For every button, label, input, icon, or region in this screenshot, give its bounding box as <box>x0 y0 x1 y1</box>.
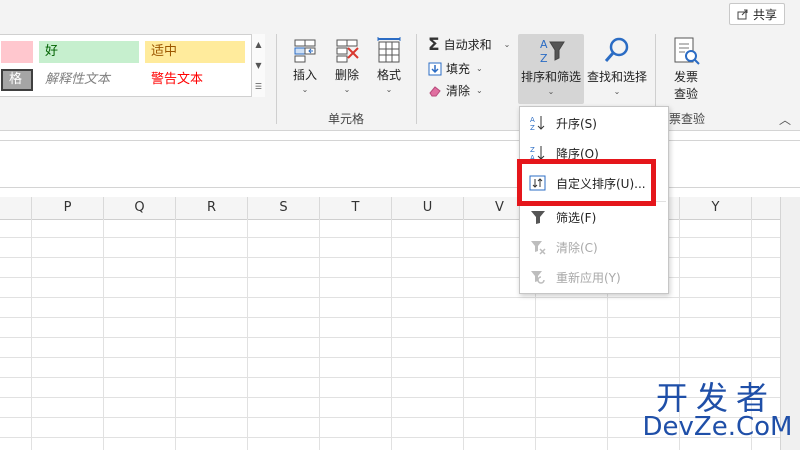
column-header[interactable]: P <box>32 197 104 219</box>
fill-label: 填充 <box>446 62 471 76</box>
share-icon <box>737 9 748 20</box>
menu-item-label: 清除(C) <box>556 240 598 255</box>
annotation-highlight-box <box>517 159 656 206</box>
insert-dropdown-icon[interactable]: ⌄ <box>302 85 309 94</box>
fill-button[interactable]: 填充 ⌄ <box>428 60 483 77</box>
style-warning[interactable]: 警告文本 <box>145 69 245 91</box>
gallery-more-icon[interactable]: ☰ <box>252 76 265 97</box>
sort-ascending-icon: A Z <box>520 114 556 132</box>
menu-item-label: 重新应用(Y) <box>556 270 621 285</box>
watermark-domain: DevZe.CoM <box>642 412 793 442</box>
format-dropdown-icon[interactable]: ⌄ <box>386 85 393 94</box>
collapse-ribbon-icon[interactable]: ︿ <box>779 111 791 128</box>
gallery-down-icon[interactable]: ▼ <box>252 55 265 76</box>
find-select-dropdown-icon[interactable]: ⌄ <box>614 87 621 96</box>
column-header[interactable]: Q <box>104 197 176 219</box>
clear-filter-icon <box>520 239 556 255</box>
style-bad[interactable] <box>1 41 33 63</box>
delete-dropdown-icon[interactable]: ⌄ <box>344 85 351 94</box>
menu-item-label: 升序(S) <box>556 116 597 131</box>
autosum-dropdown-icon[interactable]: ⌄ <box>504 40 511 49</box>
menu-item-sort-ascending[interactable]: A Z 升序(S) <box>520 109 668 137</box>
menu-item-clear-filter[interactable]: 清除(C) <box>520 233 668 261</box>
style-neutral[interactable]: 适中 <box>145 41 245 63</box>
svg-text:Z: Z <box>540 52 548 65</box>
share-button[interactable]: 共享 <box>729 3 785 25</box>
invoice-check-button[interactable]: 发票 查验 <box>664 36 708 102</box>
cells-group-label: 单元格 <box>328 112 365 126</box>
autosum-label: 自动求和 <box>443 38 492 52</box>
sort-filter-button[interactable]: A Z 排序和筛选 ⌄ <box>518 36 584 96</box>
formula-bar[interactable]: ︿ <box>0 140 800 300</box>
column-header[interactable]: T <box>320 197 392 219</box>
column-header-left[interactable] <box>0 197 32 219</box>
clear-dropdown-icon[interactable]: ⌄ <box>476 86 483 95</box>
menu-item-label: 筛选(F) <box>556 210 597 225</box>
gallery-scroll[interactable]: ▲ ▼ ☰ <box>251 34 265 97</box>
svg-text:A: A <box>540 38 548 51</box>
svg-text:A: A <box>530 116 535 124</box>
fill-down-icon <box>428 62 442 75</box>
ribbon-separator <box>416 34 417 124</box>
sort-filter-label: 排序和筛选 <box>520 70 581 84</box>
fill-dropdown-icon[interactable]: ⌄ <box>476 64 483 73</box>
column-header[interactable]: Y <box>680 197 752 219</box>
eraser-icon <box>429 85 441 96</box>
invoice-label-line1: 发票 <box>673 70 698 84</box>
clear-label: 清除 <box>446 84 471 98</box>
style-good[interactable]: 好 <box>39 41 139 63</box>
sort-filter-dropdown-icon[interactable]: ⌄ <box>548 87 555 96</box>
share-label: 共享 <box>752 7 777 22</box>
find-select-label: 查找和选择 <box>586 70 647 84</box>
delete-label: 删除 <box>334 68 359 82</box>
invoice-label-line2: 查验 <box>673 87 698 101</box>
insert-cells-icon <box>294 39 316 63</box>
cell-styles-gallery: 好 适中 格 解释性文本 警告文本 <box>0 34 265 97</box>
find-select-button[interactable]: 查找和选择 ⌄ <box>586 36 648 96</box>
sigma-icon: Σ <box>428 34 440 55</box>
column-header[interactable]: R <box>176 197 248 219</box>
style-check-cell[interactable]: 格 <box>1 69 33 91</box>
style-explanatory[interactable]: 解释性文本 <box>39 69 139 91</box>
reapply-filter-icon <box>520 269 556 285</box>
column-header[interactable]: U <box>392 197 464 219</box>
format-cells-icon <box>377 37 401 63</box>
format-button[interactable]: 格式 ⌄ <box>372 36 406 94</box>
menu-item-filter[interactable]: 筛选(F) <box>520 203 668 231</box>
format-label: 格式 <box>376 68 401 82</box>
column-header[interactable]: S <box>248 197 320 219</box>
sort-filter-icon: A Z <box>540 38 565 65</box>
svg-text:Z: Z <box>530 124 535 132</box>
gallery-up-icon[interactable]: ▲ <box>252 34 265 55</box>
watermark-title: 开发者 <box>655 379 776 417</box>
delete-button[interactable]: 删除 ⌄ <box>330 36 364 94</box>
insert-button[interactable]: 插入 ⌄ <box>288 36 322 94</box>
delete-cells-icon <box>336 39 359 63</box>
ribbon-separator <box>276 34 277 124</box>
menu-item-reapply[interactable]: 重新应用(Y) <box>520 263 668 291</box>
invoice-search-icon <box>674 37 700 65</box>
magnifier-icon <box>604 37 629 62</box>
ribbon: 共享 好 适中 格 解释性文本 警告文本 ▲ ▼ ☰ 插入 ⌄ 删除 ⌄ 格式 … <box>0 0 800 131</box>
svg-text:Z: Z <box>530 146 535 154</box>
insert-label: 插入 <box>292 68 317 82</box>
autosum-button[interactable]: Σ 自动求和 ⌄ <box>428 36 510 53</box>
filter-icon <box>520 209 556 225</box>
clear-button[interactable]: 清除 ⌄ <box>428 82 483 99</box>
